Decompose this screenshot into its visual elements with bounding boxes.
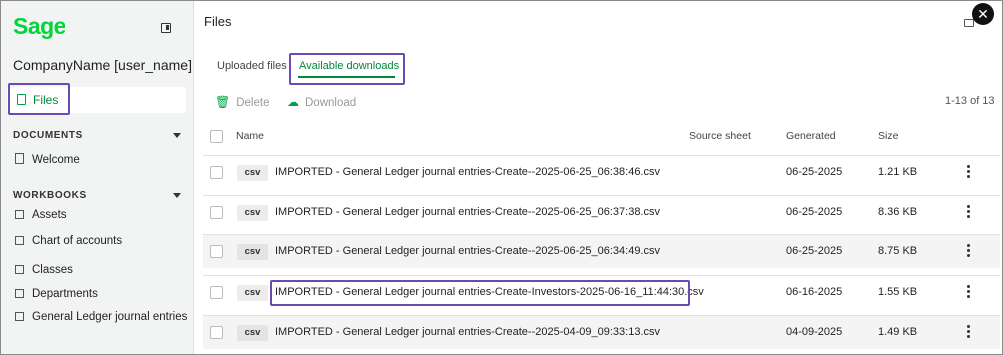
sheet-icon — [15, 312, 24, 321]
files-highlight-box — [8, 83, 70, 115]
sheet-icon — [15, 265, 24, 274]
column-header-source[interactable]: Source sheet — [689, 130, 751, 142]
sidebar-item-welcome[interactable]: Welcome — [15, 153, 80, 166]
cloud-download-icon: ☁ — [287, 95, 299, 109]
trash-icon: 🗑 — [215, 95, 231, 109]
generated-date: 04-09-2025 — [786, 326, 843, 338]
column-header-name[interactable]: Name — [236, 130, 264, 142]
sidebar-item-gl-journal-entries[interactable]: General Ledger journal entries — [15, 311, 187, 323]
kebab-menu-icon[interactable] — [963, 242, 973, 262]
documents-caret-icon[interactable] — [173, 133, 181, 138]
kebab-menu-icon[interactable] — [963, 283, 973, 303]
table-row[interactable]: csv IMPORTED - General Ledger journal en… — [203, 234, 1000, 268]
file-name: IMPORTED - General Ledger journal entrie… — [275, 245, 660, 257]
sidebar-item-classes[interactable]: Classes — [15, 264, 73, 276]
file-name: IMPORTED - General Ledger journal entrie… — [275, 166, 660, 178]
row-checkbox[interactable] — [210, 326, 223, 339]
file-name: IMPORTED - General Ledger journal entrie… — [275, 326, 660, 338]
row-highlight-box — [270, 280, 690, 306]
chat-icon[interactable] — [964, 19, 974, 27]
select-all-checkbox[interactable] — [210, 130, 223, 143]
sidebar: Sage CompanyName [user_name] Files DOCUM… — [1, 1, 194, 354]
row-checkbox[interactable] — [210, 245, 223, 258]
generated-date: 06-25-2025 — [786, 166, 843, 178]
sheet-icon — [15, 236, 24, 245]
file-size: 1.21 KB — [878, 166, 918, 178]
sheet-icon — [15, 210, 24, 219]
file-name: IMPORTED - General Ledger journal entrie… — [275, 206, 660, 218]
company-name: CompanyName [user_name] — [13, 57, 192, 73]
tab-highlight-box — [289, 53, 405, 85]
file-type-badge: csv — [237, 165, 268, 181]
tab-uploaded-files[interactable]: Uploaded files — [217, 60, 287, 72]
file-size: 8.36 KB — [878, 206, 918, 218]
documents-heading: DOCUMENTS — [13, 130, 83, 141]
column-header-generated[interactable]: Generated — [786, 130, 836, 142]
table-row[interactable]: csv IMPORTED - General Ledger journal en… — [203, 155, 1000, 189]
generated-date: 06-25-2025 — [786, 245, 843, 257]
file-size: 1.49 KB — [878, 326, 918, 338]
file-size: 8.75 KB — [878, 245, 918, 257]
svg-text:Sage: Sage — [13, 13, 65, 39]
document-icon — [15, 153, 24, 164]
kebab-menu-icon[interactable] — [963, 323, 973, 343]
collapse-sidebar-icon[interactable] — [161, 23, 171, 33]
download-button[interactable]: ☁ Download — [287, 95, 356, 109]
row-checkbox[interactable] — [210, 206, 223, 219]
row-checkbox[interactable] — [210, 166, 223, 179]
sidebar-item-departments[interactable]: Departments — [15, 288, 98, 300]
pagination-count: 1-13 of 13 — [945, 95, 995, 107]
file-size: 1.55 KB — [878, 286, 918, 298]
sheet-icon — [15, 289, 24, 298]
workbooks-heading: WORKBOOKS — [13, 190, 87, 201]
file-type-badge: csv — [237, 205, 268, 221]
kebab-menu-icon[interactable] — [963, 163, 973, 183]
file-type-badge: csv — [237, 325, 268, 341]
file-type-badge: csv — [237, 285, 268, 301]
page-title: Files — [204, 14, 232, 29]
column-header-size[interactable]: Size — [878, 130, 898, 142]
table-row[interactable]: csv IMPORTED - General Ledger journal en… — [203, 315, 1000, 349]
row-checkbox[interactable] — [210, 286, 223, 299]
sidebar-item-chart-of-accounts[interactable]: Chart of accounts — [15, 235, 122, 247]
generated-date: 06-16-2025 — [786, 286, 843, 298]
close-icon[interactable]: ✕ — [972, 3, 994, 25]
kebab-menu-icon[interactable] — [963, 203, 973, 223]
table-row[interactable]: csv IMPORTED - General Ledger journal en… — [203, 195, 1000, 229]
workbooks-caret-icon[interactable] — [173, 193, 181, 198]
generated-date: 06-25-2025 — [786, 206, 843, 218]
sage-logo: Sage — [13, 13, 66, 44]
delete-button[interactable]: 🗑 Delete — [215, 95, 269, 109]
file-type-badge: csv — [237, 244, 268, 260]
sidebar-item-assets[interactable]: Assets — [15, 209, 67, 221]
